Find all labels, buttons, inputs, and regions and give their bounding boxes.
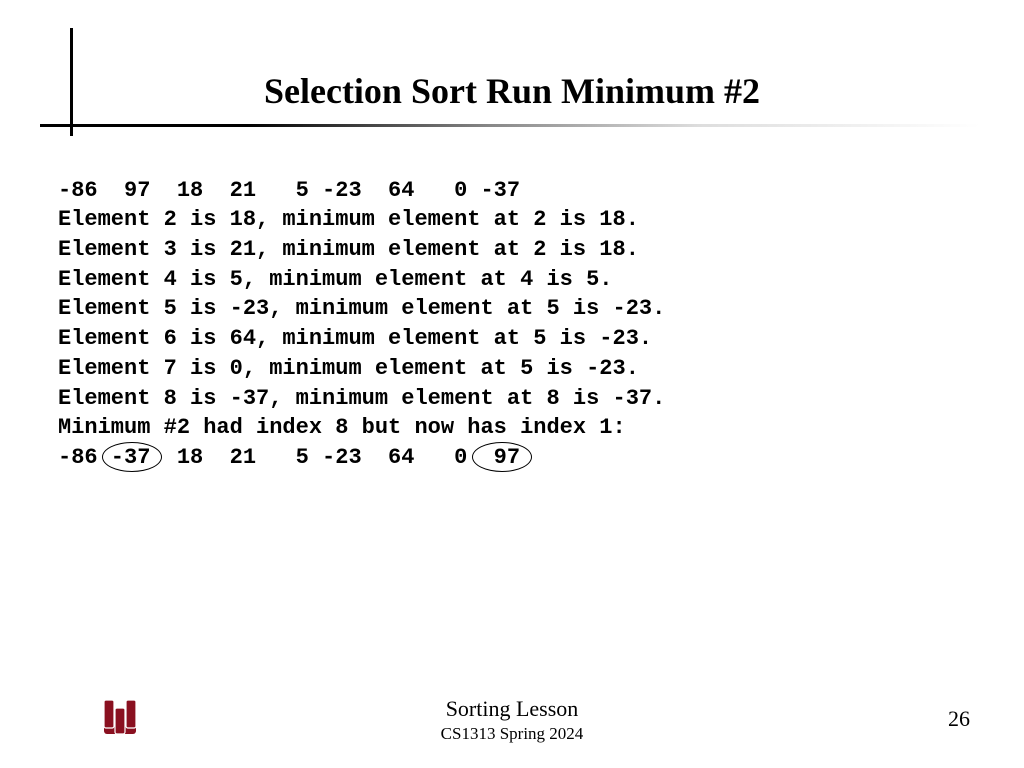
array-before: -86 97 18 21 5 -23 64 0 -37	[58, 178, 520, 203]
footer-lesson-title: Sorting Lesson	[0, 696, 1024, 722]
slide-title: Selection Sort Run Minimum #2	[0, 70, 1024, 112]
slide-body: -86 97 18 21 5 -23 64 0 -37 Element 2 is…	[58, 146, 978, 473]
trace-line-2: Element 3 is 21, minimum element at 2 is…	[58, 237, 639, 262]
array-after-text: -86 -37 18 21 5 -23 64 0 97	[58, 445, 520, 470]
array-after: -86 -37 18 21 5 -23 64 0 97	[58, 445, 520, 470]
horizontal-rule	[40, 124, 980, 127]
trace-line-3: Element 4 is 5, minimum element at 4 is …	[58, 267, 613, 292]
slide-footer: Sorting Lesson CS1313 Spring 2024 26	[0, 690, 1024, 746]
trace-line-5: Element 6 is 64, minimum element at 5 is…	[58, 326, 652, 351]
trace-line-7: Element 8 is -37, minimum element at 8 i…	[58, 386, 665, 411]
footer-course: CS1313 Spring 2024	[0, 724, 1024, 744]
page-number: 26	[948, 706, 970, 732]
trace-line-4: Element 5 is -23, minimum element at 5 i…	[58, 296, 665, 321]
trace-line-8: Minimum #2 had index 8 but now has index…	[58, 415, 626, 440]
trace-line-6: Element 7 is 0, minimum element at 5 is …	[58, 356, 639, 381]
trace-line-1: Element 2 is 18, minimum element at 2 is…	[58, 207, 639, 232]
slide: Selection Sort Run Minimum #2 -86 97 18 …	[0, 0, 1024, 768]
